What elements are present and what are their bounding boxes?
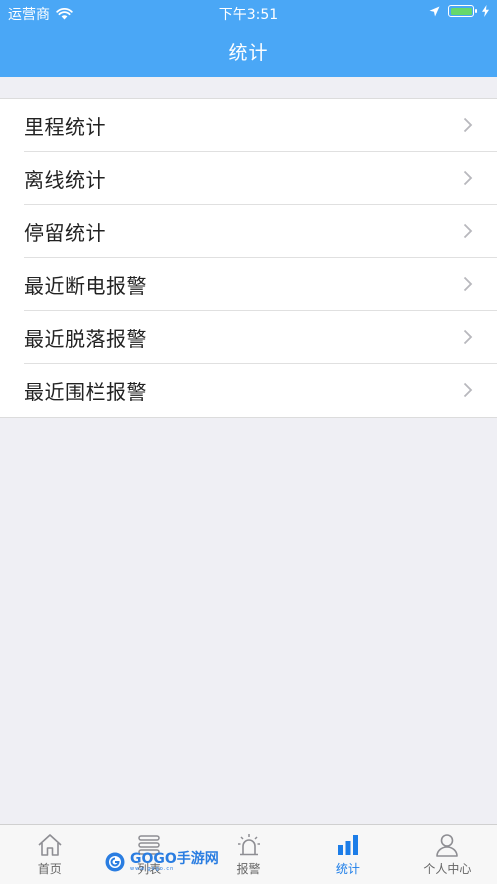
tab-home[interactable]: 首页 xyxy=(0,825,99,884)
menu-item-mileage-stats[interactable]: 里程统计 xyxy=(24,99,497,152)
status-time: 下午3:51 xyxy=(218,7,279,23)
chevron-right-icon xyxy=(463,223,473,239)
user-icon xyxy=(436,834,459,857)
tab-label: 报警 xyxy=(236,862,261,876)
location-arrow-icon xyxy=(429,6,440,16)
status-bar: 运营商 下午3:51 xyxy=(0,0,497,26)
top-bar: 运营商 下午3:51 统计 xyxy=(0,0,497,77)
battery-level xyxy=(450,7,472,15)
chevron-right-icon xyxy=(463,117,473,133)
stats-menu-list: 里程统计 离线统计 停留统计 最近断电报警 最近脱落报警 最近围栏报警 xyxy=(0,98,497,418)
tab-stats[interactable]: 统计 xyxy=(298,825,397,884)
tab-label: 个人中心 xyxy=(423,862,472,876)
menu-item-offline-stats[interactable]: 离线统计 xyxy=(24,152,497,205)
bar-chart-icon xyxy=(337,835,358,855)
watermark-brand: GOGO手游网 xyxy=(130,851,219,867)
chevron-right-icon xyxy=(463,329,473,345)
menu-item-detach-alarm[interactable]: 最近脱落报警 xyxy=(24,311,497,364)
tab-bar: 首页 列表 报警 统计 个人中心 xyxy=(0,824,497,884)
battery-icon xyxy=(448,5,477,17)
charging-bolt-icon xyxy=(482,5,489,17)
menu-item-label: 最近围栏报警 xyxy=(24,380,147,404)
menu-item-power-off-alarm[interactable]: 最近断电报警 xyxy=(24,258,497,311)
gogo-logo-icon xyxy=(105,852,125,872)
home-icon xyxy=(38,834,62,856)
page-title: 统计 xyxy=(228,42,269,64)
menu-item-fence-alarm[interactable]: 最近围栏报警 xyxy=(24,364,497,417)
tab-profile[interactable]: 个人中心 xyxy=(398,825,497,884)
menu-item-label: 最近脱落报警 xyxy=(24,326,147,351)
alarm-icon xyxy=(237,834,260,856)
menu-item-label: 最近断电报警 xyxy=(24,273,147,298)
chevron-right-icon xyxy=(463,276,473,292)
watermark-text-group: GOGO手游网 www.gogo.cn xyxy=(130,852,219,872)
watermark-logo: GOGO手游网 www.gogo.cn xyxy=(104,848,219,876)
tab-label: 统计 xyxy=(335,862,360,876)
chevron-right-icon xyxy=(463,170,473,186)
chevron-right-icon xyxy=(463,382,473,398)
tab-label: 首页 xyxy=(37,862,62,876)
menu-item-label: 停留统计 xyxy=(24,220,106,245)
menu-item-label: 里程统计 xyxy=(24,114,106,139)
menu-item-label: 离线统计 xyxy=(24,167,106,192)
menu-item-stay-stats[interactable]: 停留统计 xyxy=(24,205,497,258)
status-indicators xyxy=(429,5,489,17)
